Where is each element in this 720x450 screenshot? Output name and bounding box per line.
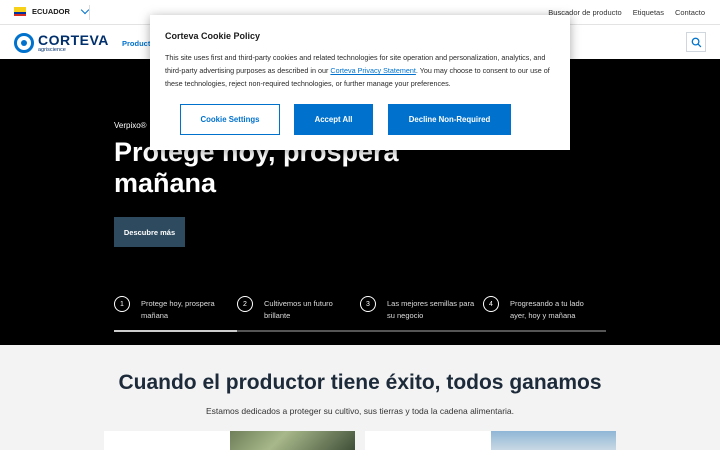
- accept-all-button[interactable]: Accept All: [294, 104, 373, 135]
- cookie-overlay: Corteva Cookie Policy This site uses fir…: [0, 0, 720, 450]
- cookie-dialog: Corteva Cookie Policy This site uses fir…: [150, 15, 570, 150]
- privacy-statement-link[interactable]: Corteva Privacy Statement: [330, 66, 416, 75]
- cookie-dialog-body: This site uses first and third-party coo…: [165, 51, 557, 90]
- cookie-settings-button[interactable]: Cookie Settings: [180, 104, 280, 135]
- decline-non-required-button[interactable]: Decline Non-Required: [388, 104, 511, 135]
- cookie-dialog-title: Corteva Cookie Policy: [165, 31, 261, 41]
